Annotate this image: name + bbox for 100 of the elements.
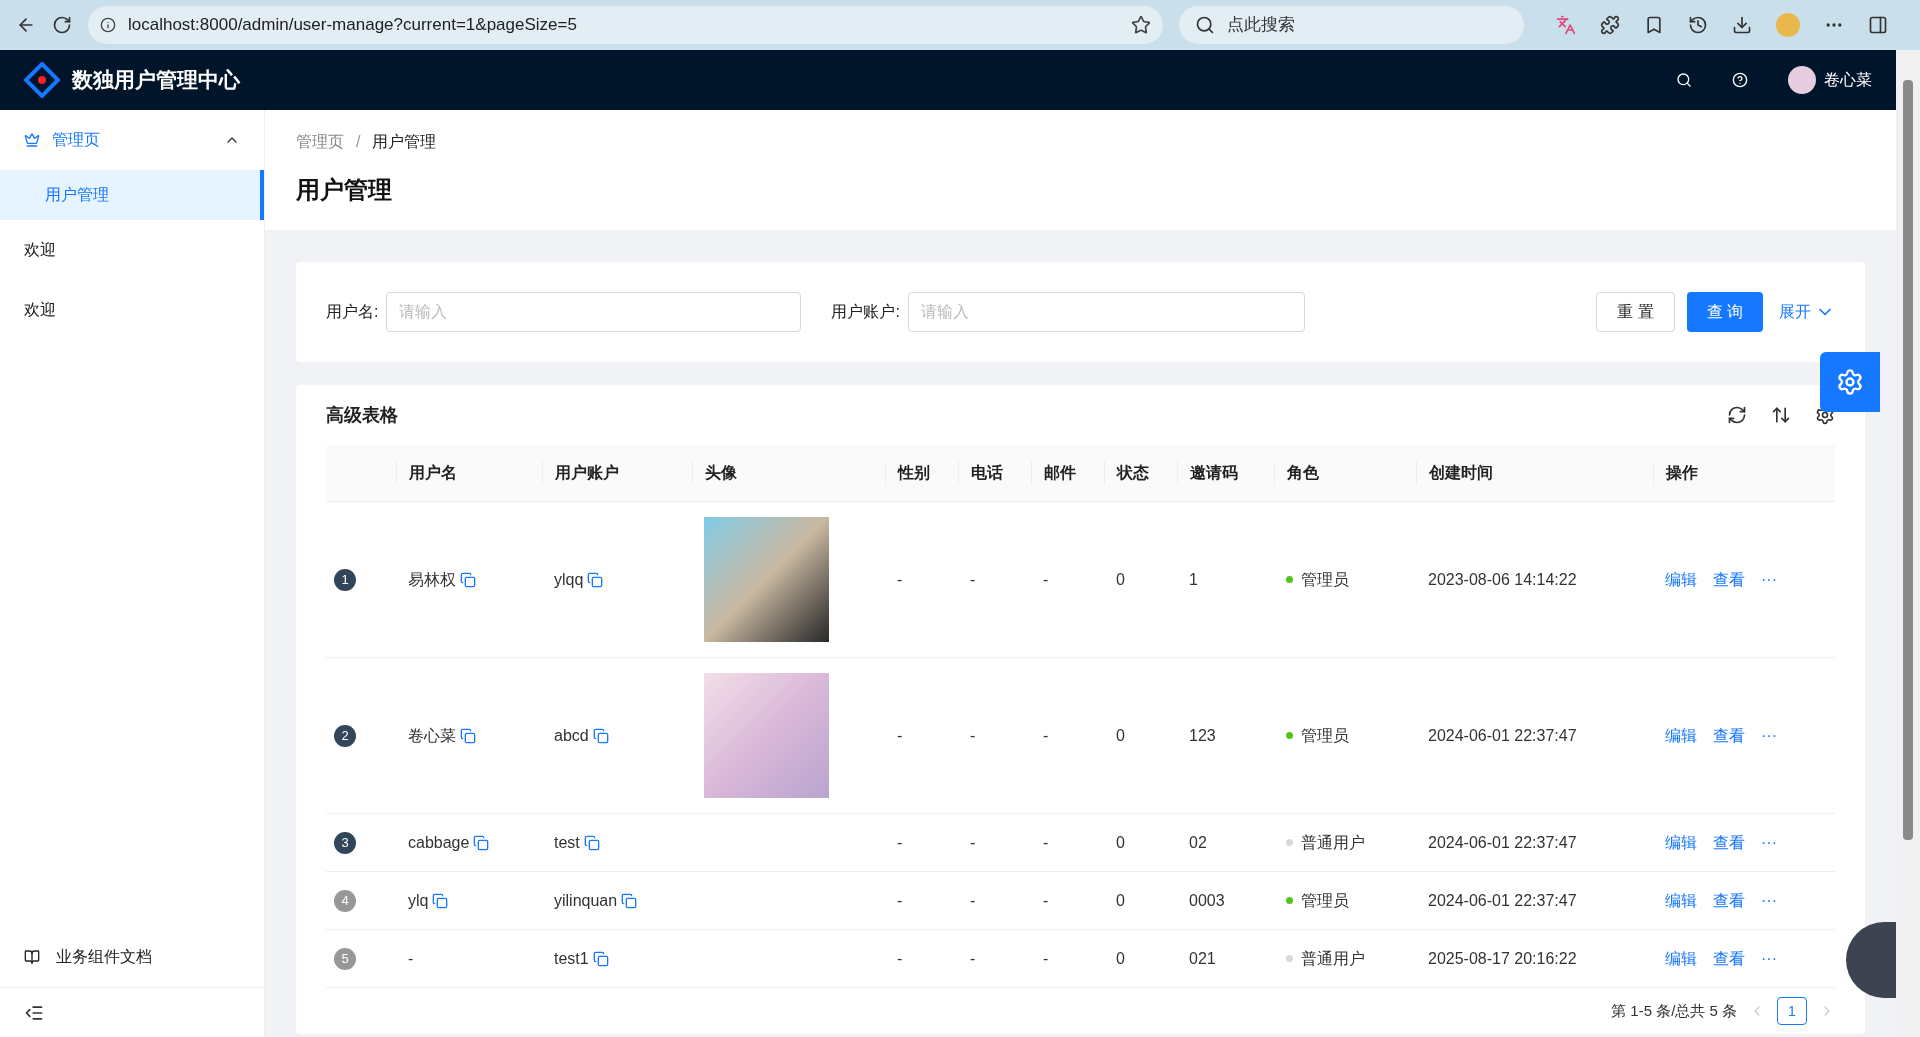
- copy-icon[interactable]: [621, 892, 638, 909]
- reset-button[interactable]: 重 置: [1596, 292, 1675, 332]
- search-input[interactable]: 请输入: [386, 292, 802, 332]
- query-button[interactable]: 查 询: [1686, 292, 1763, 332]
- copy-icon[interactable]: [592, 950, 609, 967]
- menu-item[interactable]: 用户管理: [0, 170, 264, 220]
- column-header: 邮件: [1044, 464, 1076, 481]
- download-icon[interactable]: [1732, 15, 1752, 35]
- menu-item[interactable]: 欢迎: [0, 280, 264, 340]
- table-cell-text: ylqq: [554, 569, 584, 590]
- column-header: 操作: [1666, 464, 1698, 481]
- view-link[interactable]: 查看: [1713, 946, 1745, 971]
- edit-link[interactable]: 编辑: [1665, 723, 1697, 748]
- more-link[interactable]: ···: [1761, 723, 1777, 748]
- view-link[interactable]: 查看: [1713, 567, 1745, 592]
- edit-link[interactable]: 编辑: [1665, 888, 1697, 913]
- edit-link[interactable]: 编辑: [1665, 830, 1697, 855]
- copy-icon[interactable]: [432, 892, 449, 909]
- view-link[interactable]: 查看: [1713, 830, 1745, 855]
- search-input[interactable]: 请输入: [907, 292, 1305, 332]
- table-cell: -: [897, 833, 903, 851]
- breadcrumb-item: 用户管理: [372, 132, 437, 152]
- menu-item[interactable]: 欢迎: [0, 220, 264, 280]
- table-cell: -: [897, 949, 903, 967]
- copy-icon[interactable]: [460, 571, 476, 588]
- more-link[interactable]: ···: [1761, 946, 1777, 971]
- table-cell: 0003: [1189, 891, 1225, 909]
- table-cell-text: cabbage: [408, 832, 470, 853]
- field-label: 用户账户:: [831, 302, 900, 322]
- copy-icon[interactable]: [592, 727, 609, 744]
- column-header: 邀请码: [1190, 464, 1238, 481]
- copy-icon[interactable]: [460, 727, 476, 744]
- more-link[interactable]: ···: [1761, 888, 1777, 913]
- url-text: localhost:8000/admin/user-manage?current=1&pageSize=5: [128, 14, 578, 37]
- scrollbar[interactable]: [1896, 50, 1920, 1037]
- expand-button[interactable]: 展开: [1779, 300, 1835, 324]
- user-name[interactable]: 卷心菜: [1824, 68, 1872, 92]
- table-cell: 0: [1116, 949, 1125, 967]
- view-link[interactable]: 查看: [1713, 723, 1745, 748]
- column-header: 用户名: [409, 464, 457, 481]
- table-cell: 2024-06-01 22:37:47: [1428, 833, 1577, 851]
- table-cell: -: [970, 891, 976, 909]
- history-icon[interactable]: [1688, 15, 1708, 35]
- more-link[interactable]: ···: [1761, 830, 1777, 855]
- table-cell-text: -: [408, 948, 414, 969]
- breadcrumb-item[interactable]: 管理页: [296, 130, 344, 154]
- search-icon: [1195, 15, 1215, 35]
- copy-icon[interactable]: [583, 834, 600, 851]
- table-title: 高级表格: [326, 403, 399, 427]
- edit-link[interactable]: 编辑: [1665, 567, 1697, 592]
- table-cell-text: 普通用户: [1301, 832, 1365, 853]
- translate-icon[interactable]: [1556, 15, 1576, 35]
- help-icon[interactable]: [1732, 72, 1748, 88]
- view-link[interactable]: 查看: [1713, 888, 1745, 913]
- copy-icon[interactable]: [587, 571, 604, 588]
- edit-link[interactable]: 编辑: [1665, 946, 1697, 971]
- table-cell: -: [897, 891, 903, 909]
- page-button[interactable]: 1: [1777, 997, 1807, 1025]
- browser-search-field[interactable]: 点此搜索: [1179, 6, 1524, 44]
- table-cell: 2025-08-17 20:16:22: [1428, 949, 1577, 967]
- settings-drawer-button[interactable]: [1820, 352, 1880, 412]
- table-cell: 02: [1189, 833, 1207, 851]
- user-avatar[interactable]: [1788, 66, 1816, 94]
- column-header: 角色: [1287, 464, 1319, 481]
- info-icon: [100, 17, 116, 33]
- table-cell: 2024-06-01 22:37:47: [1428, 726, 1577, 744]
- table-cell: -: [970, 726, 976, 744]
- breadcrumb-separator: /: [356, 132, 361, 152]
- menu-group[interactable]: 管理页: [0, 110, 264, 170]
- favorite-icon[interactable]: [1131, 15, 1151, 35]
- table-cell-text: ylq: [408, 890, 429, 911]
- reload-icon[interactable]: [1727, 405, 1747, 425]
- row-index-badge: 1: [334, 568, 356, 591]
- address-bar[interactable]: localhost:8000/admin/user-manage?current=1&pageSize=5: [88, 6, 1163, 44]
- column-header: 电话: [971, 464, 1003, 481]
- row-index-badge: 2: [334, 724, 356, 747]
- more-link[interactable]: ···: [1761, 567, 1777, 592]
- pagination-summary: 第 1-5 条/总共 5 条: [1611, 1000, 1737, 1021]
- column-header: 头像: [705, 464, 737, 481]
- table-cell: -: [970, 570, 976, 588]
- table-cell-text: 管理员: [1301, 569, 1349, 590]
- search-icon[interactable]: [1676, 72, 1692, 88]
- table-cell: 021: [1189, 949, 1216, 967]
- table-cell: 2024-06-01 22:37:47: [1428, 891, 1577, 909]
- reload-icon[interactable]: [52, 15, 72, 35]
- column-header: 状态: [1117, 464, 1149, 481]
- table-cell-text: 普通用户: [1301, 948, 1365, 969]
- extensions-icon[interactable]: [1600, 15, 1620, 35]
- table-cell: 0: [1116, 891, 1125, 909]
- sidebar-icon[interactable]: [1868, 15, 1888, 35]
- row-index-badge: 5: [334, 947, 356, 970]
- table-cell: -: [1043, 726, 1049, 744]
- settings-icon: [1836, 368, 1864, 396]
- app-title: 数独用户管理中心: [72, 67, 240, 94]
- table-cell: 0: [1116, 726, 1125, 744]
- column-header: 创建时间: [1429, 464, 1493, 481]
- table-cell: -: [897, 570, 903, 588]
- table-cell-text: 管理员: [1301, 890, 1349, 911]
- docs-link[interactable]: 业务组件文档: [0, 927, 264, 987]
- copy-icon[interactable]: [473, 834, 490, 851]
